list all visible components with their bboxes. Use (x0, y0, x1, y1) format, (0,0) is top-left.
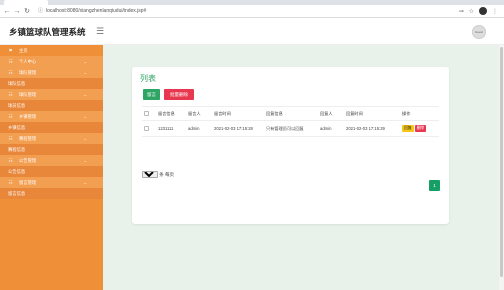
sidebar-item-label: 公告管理 (19, 158, 37, 163)
profile-icon[interactable] (479, 7, 487, 15)
sidebar-item-label: 赛程信息 (8, 147, 26, 152)
sidebar-item-label: 留言管理 (19, 180, 37, 185)
chevron-down-icon: ⌄ (83, 158, 87, 163)
page-size-select[interactable]: 10 (142, 171, 158, 179)
sidebar-item-label: 赛程管理 (19, 136, 37, 141)
back-icon[interactable]: ← (3, 7, 11, 16)
column-header[interactable]: 留言信息 (156, 106, 186, 121)
sidebar-item-label: 球队管理 (19, 70, 37, 75)
cell-reply: 只有管理员可以回复 (264, 120, 318, 137)
card-title: 列表 (140, 74, 156, 83)
list-icon: ☷ (8, 158, 13, 163)
sidebar-item-label: 个人中心 (19, 59, 37, 64)
sidebar-item-notice-management[interactable]: ☷ 公告管理 ⌄ (0, 155, 103, 166)
sidebar-item-label: 留言信息 (8, 191, 26, 196)
hamburger-menu-icon[interactable]: ☰ (96, 25, 104, 37)
list-icon: ☷ (8, 180, 13, 185)
star-icon[interactable]: ☆ (469, 9, 474, 15)
sidebar-item-schedule-management[interactable]: ☷ 赛程管理 ⌄ (0, 133, 103, 144)
key-icon[interactable]: ⊸ (459, 9, 464, 15)
sidebar-subitem-schedule-info[interactable]: 赛程信息 (0, 144, 103, 155)
page-number-button[interactable]: 1 (429, 180, 440, 191)
avatar[interactable]: Guest (472, 25, 486, 39)
home-flag-icon: ⚑ (8, 48, 13, 53)
cell-replier: admin (318, 120, 344, 137)
url-field[interactable]: ⓘ localhost:8080/xiangzhenlanqiudui/index… (38, 7, 458, 16)
sidebar-subitem-team-info[interactable]: 球队信息 (0, 78, 103, 89)
sidebar-subitem-player-info[interactable]: 球员信息 (0, 100, 103, 111)
sidebar-item-label: 球队管理 (19, 92, 37, 97)
sidebar-item-team-management[interactable]: ☷ 球队管理 ⌄ (0, 67, 103, 78)
chevron-down-icon: ⌄ (83, 180, 87, 185)
scrollbar-thumb[interactable] (500, 47, 503, 277)
sidebar-item-label: 球队信息 (8, 81, 26, 86)
chevron-down-icon: ⌄ (83, 92, 87, 97)
column-header[interactable]: 留言时间 (212, 106, 264, 121)
sidebar-item-label: 球员信息 (8, 103, 26, 108)
scrollbar[interactable] (499, 45, 504, 290)
select-all-checkbox[interactable] (144, 111, 149, 117)
browser-toolbar-icons: ⊸ ☆ ⋮ (454, 7, 498, 16)
sidebar-item-label: 乡镇管理 (19, 114, 37, 119)
sidebar-item-personal-center[interactable]: ☷ 个人中心 ⌄ (0, 56, 103, 67)
main-content: 列表 留言 批量删除 留言信息 留言人 留言时间 回复信息 回复人 回复时间 操… (103, 45, 504, 290)
cell-reply-time: 2021-02-03 17:15:29 (344, 120, 400, 137)
table-row: 1231111 admin 2021-02-03 17:15:28 只有管理员可… (142, 120, 439, 137)
data-table: 留言信息 留言人 留言时间 回复信息 回复人 回复时间 操作 1231111 a… (142, 106, 439, 137)
list-card: 列表 留言 批量删除 留言信息 留言人 留言时间 回复信息 回复人 回复时间 操… (132, 67, 449, 224)
cell-message: 1231111 (156, 120, 186, 137)
cell-actions: 回复 删除 (400, 120, 439, 137)
chevron-down-icon: ⌄ (83, 136, 87, 141)
reload-icon[interactable]: ↻ (23, 7, 31, 16)
sidebar: ⚑ 主页 ☷ 个人中心 ⌄ ☷ 球队管理 ⌄ 球队信息 ☷ 球队管理 ⌄ 球员信息 ☷ 乡镇管理… (0, 45, 103, 290)
sidebar-item-home[interactable]: ⚑ 主页 (0, 45, 103, 56)
menu-dots-icon[interactable]: ⋮ (492, 9, 498, 15)
list-icon: ☷ (8, 70, 13, 75)
column-header[interactable]: 回复信息 (264, 106, 318, 121)
forward-icon[interactable]: → (13, 7, 21, 16)
batch-delete-button[interactable]: 批量删除 (164, 89, 194, 100)
column-header[interactable]: 回复时间 (344, 106, 400, 121)
sidebar-subitem-message-info[interactable]: 留言信息 (0, 188, 103, 199)
cell-time: 2021-02-03 17:15:28 (212, 120, 264, 137)
chevron-down-icon: ⌄ (83, 70, 87, 75)
row-checkbox[interactable] (144, 126, 149, 132)
list-icon: ☷ (8, 114, 13, 119)
column-header[interactable]: 回复人 (318, 106, 344, 121)
table-header-row: 留言信息 留言人 留言时间 回复信息 回复人 回复时间 操作 (142, 106, 439, 121)
sidebar-subitem-town-info[interactable]: 乡镇信息 (0, 122, 103, 133)
column-header[interactable]: 留言人 (186, 106, 212, 121)
row-select-cell (142, 120, 156, 137)
page-size-suffix: 条 每页 (159, 172, 175, 177)
list-icon: ☷ (8, 92, 13, 97)
list-icon: ☷ (8, 59, 13, 64)
sidebar-item-town-management[interactable]: ☷ 乡镇管理 ⌄ (0, 111, 103, 122)
browser-address-bar: ← → ↻ ⓘ localhost:8080/xiangzhenlanqiudui… (0, 5, 504, 18)
reply-button[interactable]: 回复 (402, 125, 414, 132)
cell-author: admin (186, 120, 212, 137)
column-header: 操作 (400, 106, 439, 121)
sidebar-subitem-notice-info[interactable]: 公告信息 (0, 166, 103, 177)
sidebar-item-label: 主页 (19, 48, 28, 53)
app-title: 乡镇篮球队管理系统 (9, 27, 86, 37)
list-icon: ☷ (8, 136, 13, 141)
sidebar-item-player-management[interactable]: ☷ 球队管理 ⌄ (0, 89, 103, 100)
chevron-down-icon: ⌄ (83, 114, 87, 119)
select-all-cell (142, 106, 156, 121)
app-header: 乡镇篮球队管理系统 ☰ Guest (0, 19, 504, 45)
chevron-down-icon: ⌄ (83, 59, 87, 64)
info-icon[interactable]: ⓘ (38, 8, 43, 14)
url-text: localhost:8080/xiangzhenlanqiudui/index.… (46, 8, 147, 14)
delete-button[interactable]: 删除 (414, 125, 427, 132)
sidebar-item-label: 公告信息 (8, 169, 26, 174)
page-size-control: 10 条 每页 (142, 171, 174, 179)
sidebar-item-label: 乡镇信息 (8, 125, 26, 130)
sidebar-item-message-management[interactable]: ☷ 留言管理 ⌄ (0, 177, 103, 188)
add-button[interactable]: 留言 (143, 89, 160, 100)
